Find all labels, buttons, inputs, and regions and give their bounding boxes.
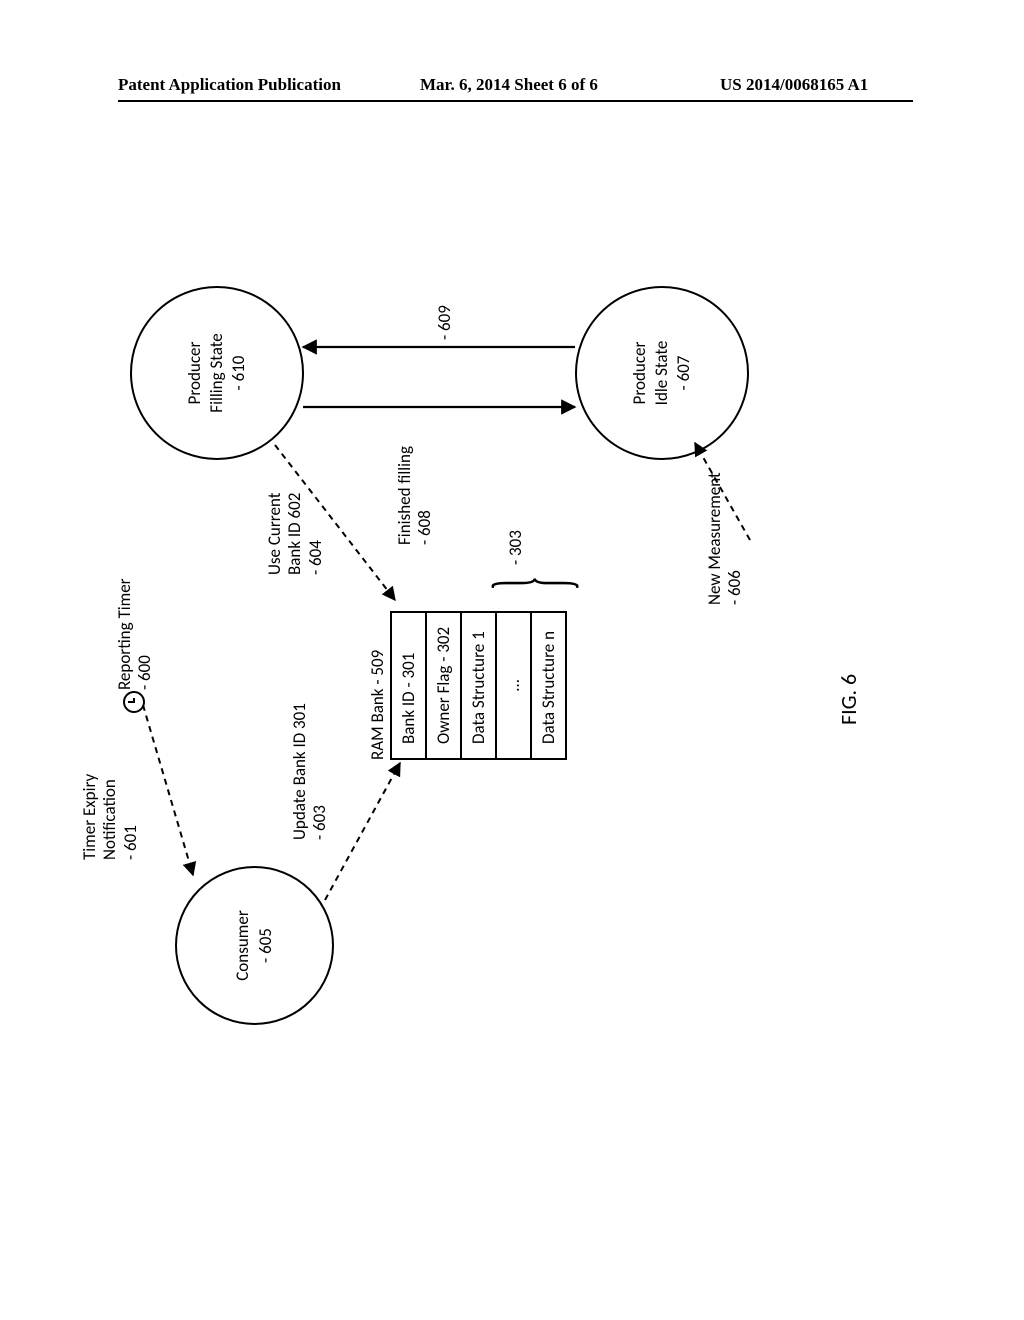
ram-row-bankid: Bank ID - 301 [391, 612, 426, 759]
label-timer-expiry: Timer Expiry Notification - 601 [80, 774, 141, 860]
ram-row-dsn: Data Structure n [531, 612, 566, 759]
node-producer-idle: Producer Idle State - 607 [575, 286, 749, 460]
header-center: Mar. 6, 2014 Sheet 6 of 6 [420, 75, 598, 95]
node-producer-filling: Producer Filling State - 610 [130, 286, 304, 460]
ram-row-ownerflag: Owner Flag - 302 [426, 612, 461, 759]
header-rule [118, 100, 913, 102]
label-update-bank: Update Bank ID 301 - 603 [290, 703, 331, 840]
header-left: Patent Application Publication [118, 75, 341, 95]
label-reporting-timer: Reporting Timer - 600 [115, 578, 156, 690]
label-303: - 303 [505, 530, 526, 565]
ram-row-ellipsis: … [496, 612, 531, 759]
brace-303: } [504, 576, 557, 591]
figure-caption: FIG. 6 [835, 674, 862, 725]
header-right: US 2014/0068165 A1 [720, 75, 868, 95]
clock-icon [123, 691, 145, 713]
figure-6: Consumer - 605 Producer Filling State - … [115, 255, 885, 1035]
label-new-measurement: New Measurement - 606 [705, 472, 746, 605]
label-609: - 609 [434, 305, 455, 340]
label-finished-filling: Finished filling - 608 [395, 446, 436, 545]
ram-bank-title: RAM Bank - 509 [367, 650, 388, 760]
ram-bank-table: Bank ID - 301 Owner Flag - 302 Data Stru… [390, 611, 567, 760]
label-use-current: Use Current Bank ID 602 - 604 [265, 493, 326, 575]
node-consumer: Consumer - 605 [175, 866, 334, 1025]
ram-row-ds1: Data Structure 1 [461, 612, 496, 759]
